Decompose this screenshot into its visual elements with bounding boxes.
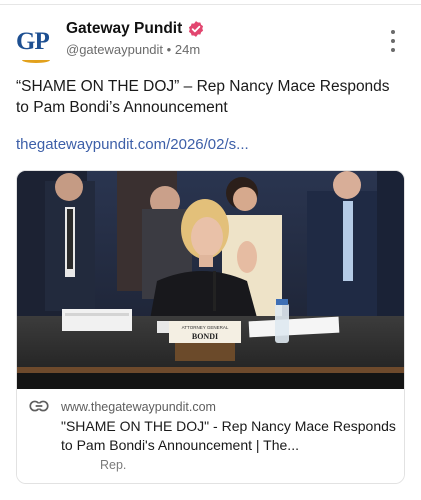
card-footer[interactable]: www.thegatewaypundit.com "SHAME ON THE D… bbox=[17, 389, 404, 483]
name-row: Gateway Pundit bbox=[66, 20, 205, 38]
card-domain: www.thegatewaypundit.com bbox=[61, 400, 216, 414]
avatar-logo-text: GP bbox=[16, 28, 50, 55]
avatar[interactable]: GP bbox=[14, 24, 58, 68]
display-name[interactable]: Gateway Pundit bbox=[66, 20, 182, 38]
verified-badge-icon bbox=[189, 21, 204, 37]
handle[interactable]: @gatewaypundit bbox=[66, 42, 163, 57]
more-vertical-icon[interactable] bbox=[386, 30, 400, 52]
link-preview-card[interactable]: ATTORNEY GENERAL BONDI www.thegatewaypun… bbox=[16, 170, 405, 484]
post-link[interactable]: thegatewaypundit.com/2026/02/s... bbox=[16, 136, 249, 153]
post: GP Gateway Pundit @gatewaypundit • 24m “… bbox=[0, 0, 421, 500]
post-text: “SHAME ON THE DOJ” – Rep Nancy Mace Resp… bbox=[16, 78, 390, 116]
avatar-swoosh bbox=[22, 57, 50, 63]
nameplate-title: ATTORNEY GENERAL bbox=[182, 325, 229, 330]
card-description: Rep. bbox=[100, 458, 127, 472]
separator-dot: • bbox=[166, 42, 172, 57]
card-title[interactable]: "SHAME ON THE DOJ" - Rep Nancy Mace Resp… bbox=[61, 417, 396, 455]
post-time[interactable]: 24m bbox=[175, 42, 200, 57]
nameplate-name: BONDI bbox=[192, 332, 218, 341]
handle-row: @gatewaypundit • 24m bbox=[66, 42, 200, 57]
card-image[interactable]: ATTORNEY GENERAL BONDI bbox=[17, 171, 404, 389]
link-icon bbox=[29, 400, 49, 412]
